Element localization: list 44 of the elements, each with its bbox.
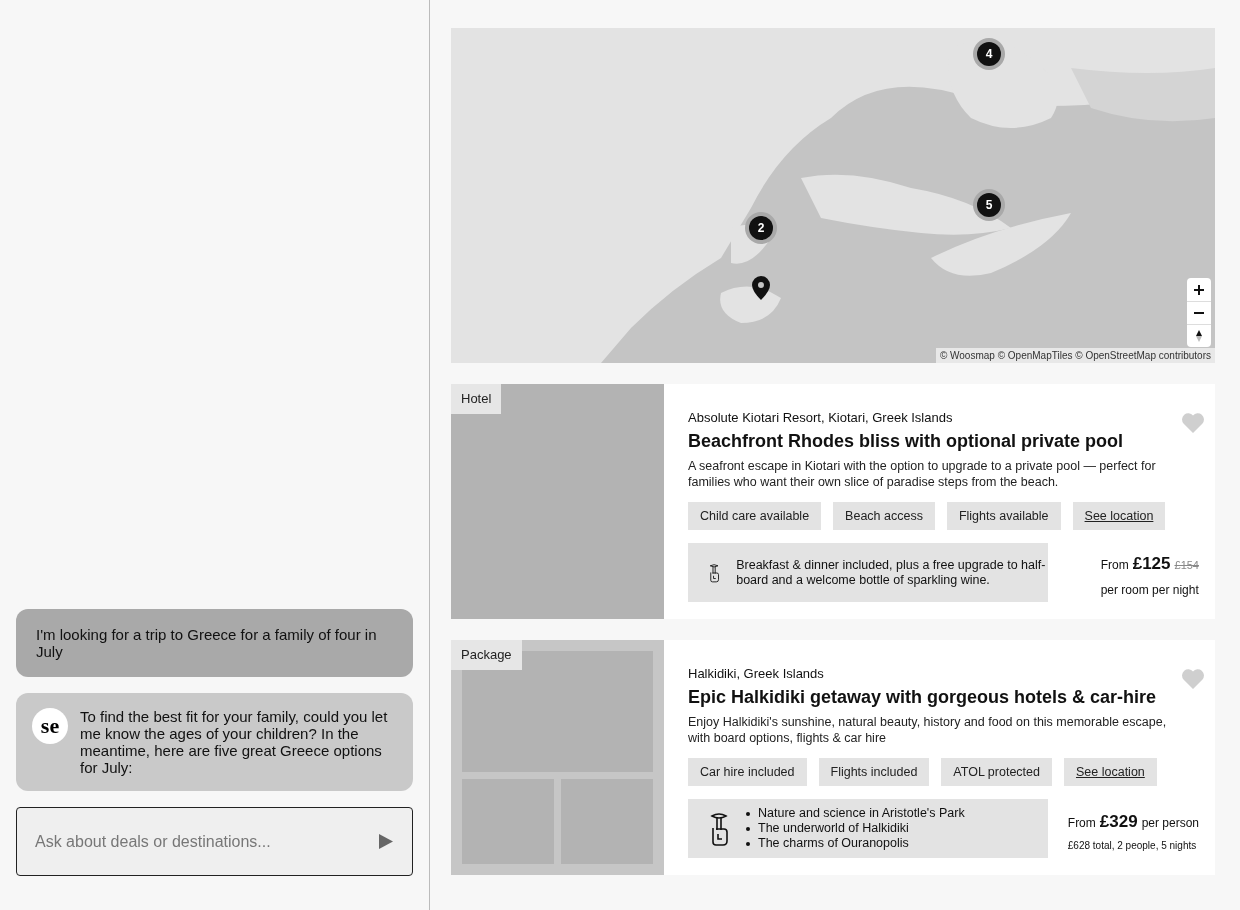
price-unit: per room per night [1100,581,1199,599]
old-price: £154 [1174,558,1199,573]
see-location-link[interactable]: See location [1064,757,1157,787]
card-title: Epic Halkidiki getaway with gorgeous hotels & car-hire [688,685,1158,709]
card-title: Beachfront Rhodes bliss with optional private pool [688,429,1125,453]
feature-tag: Flights included [818,757,930,787]
map[interactable]: 4 5 2 © Woosmap © OpenMapTiles © OpenStreetMap contributors [451,28,1215,363]
type-badge: Hotel [451,384,502,414]
avatar-icon: se [32,708,68,744]
type-badge: Package [451,640,522,670]
price-from: From [1067,814,1096,832]
feature-tag: Flights available [946,501,1061,531]
map-attribution: © Woosmap © OpenMapTiles © OpenStreetMap contributors [935,348,1215,363]
result-card[interactable] [451,384,1215,619]
highlight-item: Nature and science in Aristotle's Park [758,806,965,822]
plus-icon [1194,284,1204,295]
highlight-text: Breakfast & dinner included, plus a free upgrade to half-board and a welcome bottle of sparkling wine. [736,557,1047,588]
see-location-link[interactable]: See location [1072,501,1166,531]
feature-tag: Car hire included [688,757,807,787]
highlight-item: The underworld of Halkidiki [758,821,909,837]
highlight-item: The charms of Ouranopolis [758,836,909,852]
bullet-icon [746,826,750,831]
minus-icon [1194,312,1204,314]
location-text: Absolute Kiotari Resort, Kiotari, Greek Islands [688,409,953,427]
price-unit: per person [1141,814,1199,832]
feature-tag: Beach access [833,501,935,531]
location-text: Halkidiki, Greek Islands [688,665,824,683]
feature-tag: Child care available [688,501,822,531]
bullet-icon [746,841,750,846]
bullet-icon [746,811,750,816]
feature-tag: ATOL protected [941,757,1052,787]
user-message: I'm looking for a trip to Greece for a family of four in July [16,609,413,677]
send-icon[interactable] [379,834,393,849]
card-description: Enjoy Halkidiki's sunshine, natural beauty, history and food on this memorable escape, with board options, flights & car hire [688,713,1168,746]
price-from: From [1100,557,1129,574]
compass-icon [1196,330,1202,342]
chat-input[interactable]: Ask about deals or destinations... [16,807,413,876]
message-text: To find the best fit for your family, could you let me know the ages of your children? In the meantime, here are five great Greece options for July: [80,708,389,776]
price-amount: £329 [1099,810,1138,833]
price-note: £628 total, 2 people, 5 nights [1067,839,1197,853]
map-pin-icon[interactable] [752,276,770,300]
price-amount: £125 [1132,553,1171,575]
result-card[interactable] [451,640,1215,875]
card-description: A seafront escape in Kiotari with the option to upgrade to a private pool — perfect for families who want their own slice of paradise steps from the beach. [688,457,1157,490]
